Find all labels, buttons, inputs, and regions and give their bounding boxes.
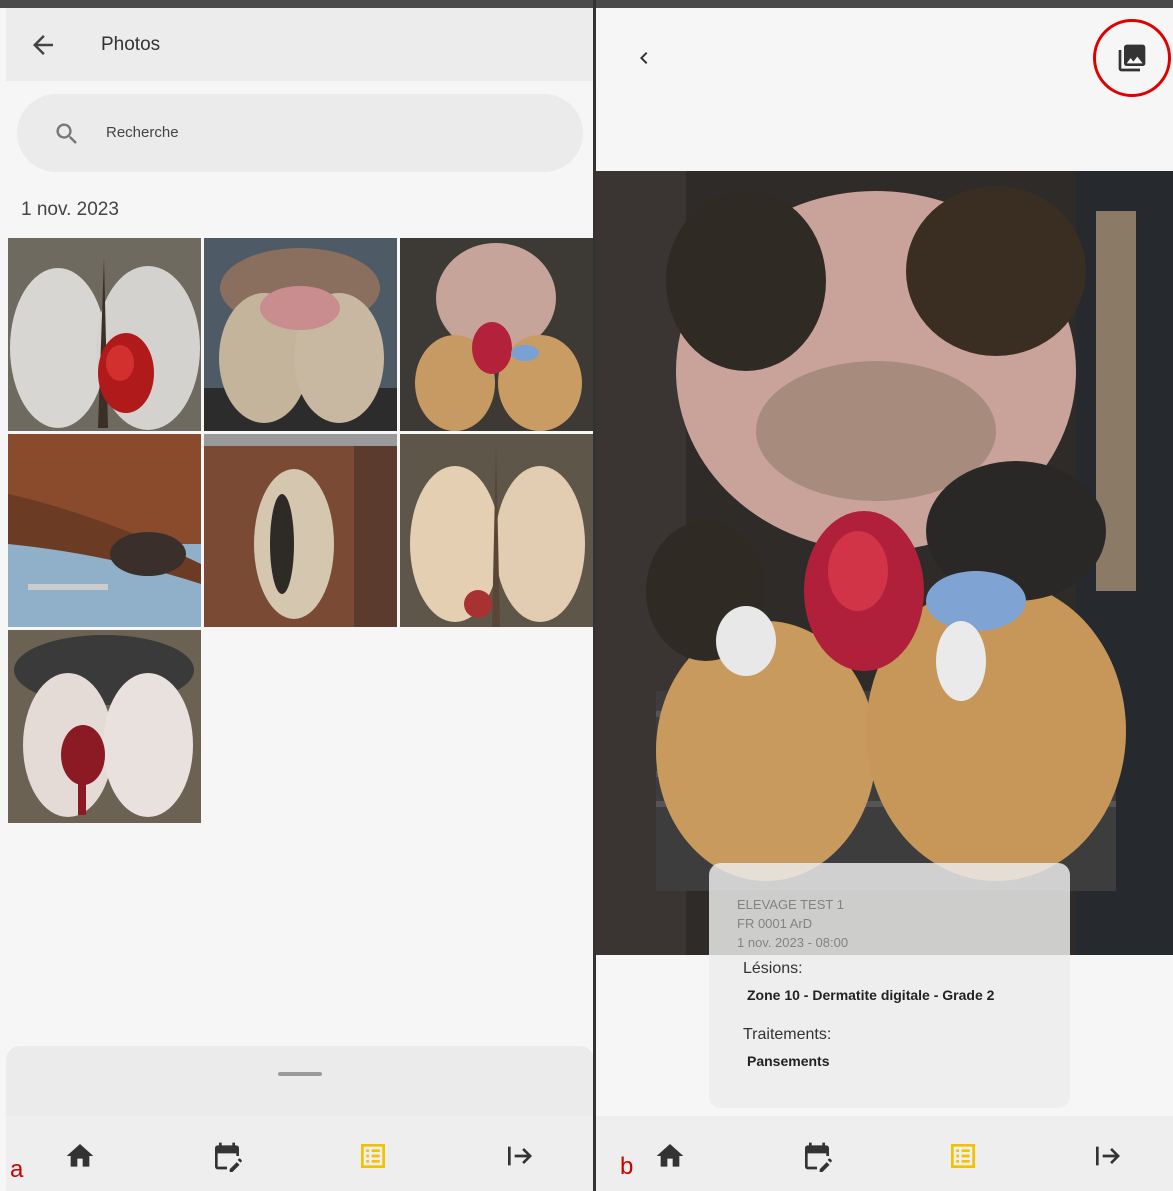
photo-datetime: 1 nov. 2023 - 08:00 — [737, 935, 849, 950]
home-icon — [66, 1144, 94, 1167]
calendar-edit-icon — [215, 1142, 242, 1172]
nav-list[interactable] — [357, 1140, 389, 1172]
animal-id: FR 0001 ArD — [737, 916, 813, 931]
search-input[interactable]: Recherche — [17, 94, 583, 172]
photo-detail-screen: ELEVAGE TEST 1 FR 0001 ArD 1 nov. 2023 -… — [596, 8, 1173, 1191]
logout-icon — [1096, 1146, 1120, 1166]
photo-thumbnail-5[interactable] — [204, 434, 397, 627]
photo-thumbnail-3[interactable] — [400, 238, 593, 431]
photo-overlay-stamp: ELEVAGE TEST 1 FR 0001 ArD 1 nov. 2023 -… — [737, 895, 848, 952]
main-photo[interactable] — [596, 171, 1173, 955]
drag-handle[interactable] — [278, 1072, 322, 1076]
app-bar: Photos — [6, 8, 593, 81]
treatments-value: Pansements — [747, 1053, 830, 1069]
farm-name: ELEVAGE TEST 1 — [737, 897, 844, 912]
highlight-circle — [1093, 19, 1171, 97]
photo-thumbnail-6[interactable] — [400, 434, 593, 627]
search-placeholder: Recherche — [106, 124, 179, 141]
photo-info-card: ELEVAGE TEST 1 FR 0001 ArD 1 nov. 2023 -… — [709, 863, 1070, 1108]
photos-list-screen: Photos Recherche 1 nov. 2023 a — [0, 8, 593, 1191]
calendar-edit-icon — [805, 1142, 832, 1172]
top-border — [0, 0, 1173, 8]
photo-thumbnail-4[interactable] — [8, 434, 201, 627]
nav-home[interactable] — [64, 1140, 96, 1172]
nav-home[interactable] — [654, 1140, 686, 1172]
list-icon — [361, 1144, 385, 1168]
nav-logout[interactable] — [1092, 1140, 1124, 1172]
chevron-left-icon[interactable] — [632, 46, 656, 70]
search-icon — [53, 120, 81, 148]
photo-thumbnail-1[interactable] — [8, 238, 201, 431]
lesions-label: Lésions: — [743, 960, 803, 977]
nav-calendar[interactable] — [801, 1140, 833, 1172]
photo-thumbnail-2[interactable] — [204, 238, 397, 431]
logout-icon — [508, 1146, 532, 1166]
bottom-navigation — [6, 1116, 593, 1191]
lesions-value: Zone 10 - Dermatite digitale - Grade 2 — [747, 987, 995, 1003]
photo-thumbnail-7[interactable] — [8, 630, 201, 823]
bottom-navigation — [596, 1116, 1173, 1191]
nav-list[interactable] — [947, 1140, 979, 1172]
list-icon — [951, 1144, 975, 1168]
back-arrow-icon[interactable] — [28, 30, 58, 60]
bottom-sheet — [6, 1046, 593, 1116]
home-icon — [656, 1144, 684, 1167]
nav-calendar[interactable] — [211, 1140, 243, 1172]
panel-label-b: b — [620, 1153, 634, 1180]
treatments-label: Traitements: — [743, 1026, 832, 1043]
date-header: 1 nov. 2023 — [21, 199, 119, 220]
nav-logout[interactable] — [504, 1140, 536, 1172]
panel-label-a: a — [10, 1156, 24, 1183]
page-title: Photos — [101, 34, 161, 55]
